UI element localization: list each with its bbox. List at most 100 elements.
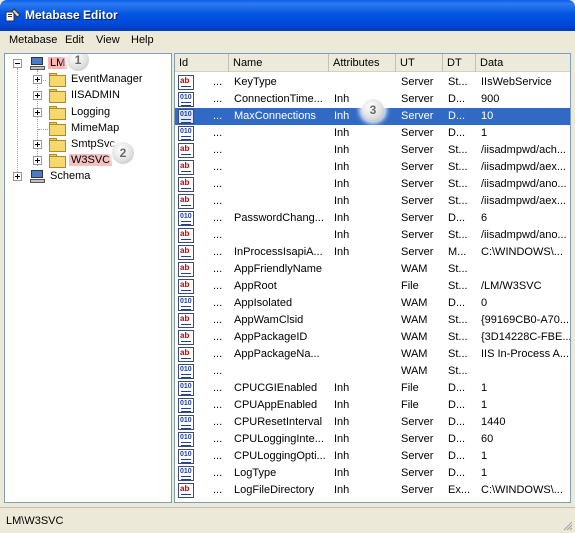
cell-name: LogFileDirectory (234, 484, 315, 496)
table-row[interactable]: ab... Inh Server St... /iisadmpwd/ano... (175, 227, 570, 244)
expand-icon[interactable] (33, 91, 42, 100)
tree-node-label: Schema (50, 170, 91, 182)
cell-ut: Server (401, 127, 434, 139)
cell-name: CPUResetInterval (234, 416, 323, 428)
string-icon: ab (178, 228, 194, 243)
cell-id: ... (213, 467, 223, 479)
window-title: Metabase Editor (25, 8, 118, 22)
string-icon: ab (178, 330, 194, 345)
cell-id: ... (213, 93, 223, 105)
column-header-ut[interactable]: UT (396, 54, 443, 72)
expand-icon[interactable] (33, 156, 42, 165)
number-icon: 010 (178, 126, 194, 141)
cell-dt: D... (448, 212, 466, 224)
table-row[interactable]: 010... CPULoggingOpti... Inh Server D... 1 (175, 448, 570, 465)
folder-icon (49, 89, 66, 103)
cell-name: LogType (234, 467, 277, 479)
column-header-attributes[interactable]: Attributes (329, 54, 396, 72)
cell-ut: Server (401, 484, 434, 496)
cell-data: {99169CB0-A70... (481, 314, 570, 326)
properties-list[interactable]: Id Name Attributes UT DT Data ab... KeyTy… (174, 53, 571, 503)
menu-help[interactable]: Help (131, 34, 154, 46)
tree-node-eventmanager[interactable]: EventManager (5, 72, 165, 88)
cell-id: ... (213, 297, 223, 309)
table-row[interactable]: 010... PasswordChang... Inh Server D... 6 (175, 210, 570, 227)
menu-edit[interactable]: Edit (65, 34, 84, 46)
cell-dt: St... (448, 195, 468, 207)
cell-dt: D... (448, 382, 466, 394)
cell-ut: WAM (401, 314, 428, 326)
cell-id: ... (213, 229, 223, 241)
table-row[interactable]: ab... LogFileDirectory Inh Server Ex... C:\WI… (175, 482, 570, 499)
title-bar[interactable]: Metabase Editor (0, 0, 575, 31)
table-row[interactable]: ab... Inh Server St... /iisadmpwd/ach... (175, 142, 570, 159)
cell-dt: St... (448, 161, 468, 173)
expand-icon[interactable] (33, 108, 42, 117)
table-row[interactable]: 010... Inh Server D... 1 (175, 125, 570, 142)
cell-attributes: Inh (334, 382, 350, 394)
menu-metabase[interactable]: Metabase (9, 34, 57, 46)
table-row[interactable]: ab... KeyType Server St... IIsWebService (175, 74, 570, 91)
cell-dt: M... (448, 246, 467, 258)
cell-id: ... (213, 433, 223, 445)
table-row[interactable]: ab... Inh Server St... /iisadmpwd/aex... (175, 159, 570, 176)
table-row[interactable]: ab... Inh Server St... /iisadmpwd/ano... (175, 176, 570, 193)
cell-attributes: Inh (334, 229, 350, 241)
cell-attributes: Inh (334, 484, 350, 496)
tree-node-mimemap[interactable]: MimeMap (5, 121, 165, 137)
cell-id: ... (213, 382, 223, 394)
cell-ut: Server (401, 450, 434, 462)
number-icon: 010 (178, 398, 194, 413)
column-header-dt[interactable]: DT (443, 54, 476, 72)
callout-2: 2 (112, 142, 134, 164)
table-row[interactable]: 010... AppIsolated WAM D... 0 (175, 295, 570, 312)
table-row[interactable]: ab... AppPackageNa... WAM St... IIS In-Proce… (175, 346, 570, 363)
cell-attributes: Inh (334, 127, 350, 139)
metabase-tree[interactable]: LM EventManager IISADMIN Logging MimeMap… (4, 53, 172, 503)
tree-node-label: EventManager (71, 73, 143, 85)
table-row[interactable]: 010... CPUAppEnabled Inh File D... 1 (175, 397, 570, 414)
table-row[interactable]: 010... CPUResetInterval Inh Server D... 1440 (175, 414, 570, 431)
expand-icon[interactable] (33, 140, 42, 149)
table-row[interactable]: 010... WAM St... (175, 363, 570, 380)
cell-name: CPULoggingOpti... (234, 450, 326, 462)
collapse-icon[interactable] (13, 59, 22, 68)
tree-node-w3svc[interactable]: W3SVC (5, 153, 165, 169)
number-icon: 010 (178, 109, 194, 124)
cell-data: 0 (481, 297, 488, 309)
column-header-name[interactable]: Name (229, 54, 329, 72)
cell-dt: St... (448, 280, 468, 292)
tree-node-iisadmin[interactable]: IISADMIN (5, 88, 165, 104)
cell-ut: Server (401, 229, 434, 241)
cell-attributes: Inh (334, 399, 350, 411)
cell-ut: Server (401, 178, 434, 190)
column-header-id[interactable]: Id (175, 54, 229, 72)
expand-icon[interactable] (33, 75, 42, 84)
table-row[interactable]: 010... LogType Inh Server D... 1 (175, 465, 570, 482)
column-header-data[interactable]: Data (476, 54, 570, 72)
table-row[interactable]: 010... CPUCGIEnabled Inh File D... 1 (175, 380, 570, 397)
cell-attributes: Inh (334, 212, 350, 224)
folder-icon (49, 73, 66, 87)
cell-ut: WAM (401, 365, 428, 377)
tree-node-schema[interactable]: Schema (5, 169, 165, 185)
cell-ut: Server (401, 93, 434, 105)
menu-view[interactable]: View (96, 34, 120, 46)
table-row[interactable]: ab... InProcessIsapiA... Inh Server M... C:\W… (175, 244, 570, 261)
table-row[interactable]: ab... AppWamClsid WAM St... {99169CB0-A70... (175, 312, 570, 329)
cell-data: /iisadmpwd/ach... (481, 144, 566, 156)
cell-name: CPULoggingInte... (234, 433, 324, 445)
string-icon: ab (178, 279, 194, 294)
table-row[interactable]: ab... AppFriendlyName WAM St... (175, 261, 570, 278)
tree-node-smtpsvc[interactable]: SmtpSvc (5, 137, 165, 153)
table-row[interactable]: ab... AppRoot File St... /LM/W3SVC (175, 278, 570, 295)
cell-data: 1440 (481, 416, 506, 428)
expand-icon[interactable] (13, 172, 22, 181)
cell-id: ... (213, 416, 223, 428)
table-row[interactable]: ab... AppPackageID WAM St... {3D14228C-FBE..… (175, 329, 570, 346)
table-row[interactable]: ab... Inh Server St... /iisadmpwd/aex... (175, 193, 570, 210)
tree-node-logging[interactable]: Logging (5, 105, 165, 121)
resize-grip-icon[interactable] (561, 519, 573, 531)
table-row[interactable]: 010... CPULoggingInte... Inh Server D... 60 (175, 431, 570, 448)
number-icon: 010 (178, 415, 194, 430)
